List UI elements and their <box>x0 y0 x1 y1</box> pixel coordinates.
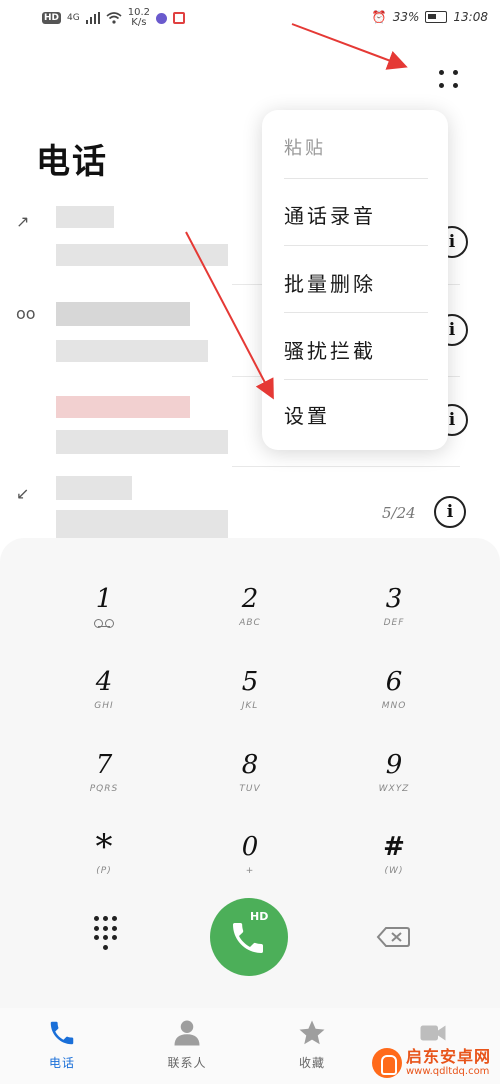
key-digit: 0 <box>241 832 259 862</box>
menu-item-settings[interactable]: 设置 <box>284 400 428 429</box>
battery-percent: 33% <box>392 10 420 24</box>
key-letters: GHI <box>94 701 114 711</box>
key-digit: * <box>95 827 113 867</box>
menu-divider <box>284 245 428 246</box>
key-digit: 5 <box>241 667 259 697</box>
blurred-call-details <box>56 430 228 454</box>
blurred-contact-name[interactable] <box>56 206 114 228</box>
key-digit: 4 <box>95 667 113 697</box>
watermark-name: 启东安卓网 <box>406 1047 492 1066</box>
key-digit: 1 <box>95 584 113 614</box>
more-options-button[interactable] <box>434 64 464 94</box>
dial-key-2[interactable]: 2 ABC <box>190 584 310 654</box>
tab-label: 收藏 <box>298 1056 325 1070</box>
options-menu: 粘贴 通话录音 批量删除 骚扰拦截 设置 <box>262 110 448 450</box>
app-notification-icon <box>155 12 167 24</box>
outgoing-call-icon: ↗ <box>16 212 30 231</box>
key-digit: 8 <box>241 750 259 780</box>
dial-key-1[interactable]: 1 <box>44 584 164 654</box>
key-letters: PQRS <box>89 784 119 794</box>
dial-key-6[interactable]: 6 MNO <box>334 667 454 737</box>
clock: 13:08 <box>453 10 488 24</box>
hd-call-badge: HD <box>250 910 269 923</box>
menu-divider <box>284 312 428 313</box>
dot <box>453 83 458 88</box>
key-letters: JKL <box>241 701 259 711</box>
alarm-icon: ⏰ <box>371 10 387 24</box>
dial-key-4[interactable]: 4 GHI <box>44 667 164 737</box>
dot <box>453 70 458 75</box>
blurred-contact-name[interactable] <box>56 396 190 418</box>
tab-favorites[interactable]: 收藏 <box>267 1018 357 1071</box>
wifi-icon <box>106 12 122 24</box>
network-label: 4G <box>67 13 80 23</box>
voicemail-log-icon: oo <box>16 304 36 323</box>
key-digit: 6 <box>385 667 403 697</box>
key-digit: 2 <box>241 584 259 614</box>
dot <box>439 70 444 75</box>
dial-key-3[interactable]: 3 DEF <box>334 584 454 654</box>
key-digit: 3 <box>385 584 403 614</box>
watermark-logo-icon <box>372 1048 402 1078</box>
key-letters: TUV <box>239 784 261 794</box>
blurred-call-details <box>56 340 208 362</box>
info-icon[interactable]: i <box>434 496 466 528</box>
key-letters: (P) <box>96 866 112 876</box>
dial-key-star[interactable]: * (P) <box>44 827 164 902</box>
key-digit: 9 <box>385 750 403 780</box>
dial-key-9[interactable]: 9 WXYZ <box>334 750 454 820</box>
menu-item-paste[interactable]: 粘贴 <box>284 134 428 160</box>
call-button[interactable]: HD <box>210 898 288 976</box>
status-left: HD 4G 10.2 K/s <box>42 8 185 28</box>
key-letters: ABC <box>239 618 261 628</box>
key-digit: 7 <box>95 750 113 780</box>
dial-key-5[interactable]: 5 JKL <box>190 667 310 737</box>
tab-label: 电话 <box>48 1056 75 1070</box>
blurred-contact-name[interactable] <box>56 302 190 326</box>
incoming-call-icon: ↙ <box>16 484 30 503</box>
signal-icon <box>85 12 100 24</box>
hd-badge: HD <box>42 12 62 24</box>
backspace-icon[interactable] <box>376 926 410 948</box>
dialpad-toggle-icon[interactable] <box>92 916 118 950</box>
contacts-icon <box>174 1020 200 1046</box>
tab-phone[interactable]: 电话 <box>17 1018 107 1071</box>
dial-key-hash[interactable]: # (W) <box>334 832 454 902</box>
menu-item-harassment-block[interactable]: 骚扰拦截 <box>284 335 428 364</box>
menu-divider <box>284 178 428 179</box>
key-letters: WXYZ <box>378 784 410 794</box>
star-icon <box>299 1020 325 1045</box>
key-letters: MNO <box>381 701 407 711</box>
dial-key-0[interactable]: 0 + <box>190 832 310 902</box>
key-letters: DEF <box>383 618 405 628</box>
menu-item-batch-delete[interactable]: 批量删除 <box>284 268 428 297</box>
blurred-call-details <box>56 244 228 266</box>
key-letters: + <box>245 866 255 876</box>
dot <box>439 83 444 88</box>
phone-icon <box>50 1021 74 1045</box>
dial-key-8[interactable]: 8 TUV <box>190 750 310 820</box>
blurred-contact-name[interactable] <box>56 476 132 500</box>
key-letters: (W) <box>384 866 404 876</box>
speed-unit: K/s <box>131 17 147 28</box>
voicemail-icon <box>94 619 114 628</box>
status-right: ⏰ 33% 13:08 <box>372 10 488 24</box>
network-speed: 10.2 K/s <box>128 8 150 28</box>
call-count: 5/24 <box>382 504 416 522</box>
battery-icon <box>425 11 448 23</box>
status-bar: HD 4G 10.2 K/s ⏰ 33% 13:08 <box>0 0 500 40</box>
watermark-text: 启东安卓网 www.qdltdq.com <box>406 1048 491 1078</box>
key-digit: # <box>383 832 405 862</box>
app-notification-icon-2 <box>172 12 185 24</box>
phone-icon <box>233 923 263 953</box>
menu-divider <box>284 379 428 380</box>
watermark-url: www.qdltdq.com <box>406 1066 490 1077</box>
tab-label: 联系人 <box>167 1056 207 1070</box>
row-divider <box>232 466 460 467</box>
menu-item-call-recording[interactable]: 通话录音 <box>284 200 428 229</box>
page-title: 电话 <box>36 142 108 182</box>
dial-key-7[interactable]: 7 PQRS <box>44 750 164 820</box>
tab-contacts[interactable]: 联系人 <box>142 1018 232 1071</box>
site-watermark: 启东安卓网 www.qdltdq.com <box>372 1044 496 1082</box>
